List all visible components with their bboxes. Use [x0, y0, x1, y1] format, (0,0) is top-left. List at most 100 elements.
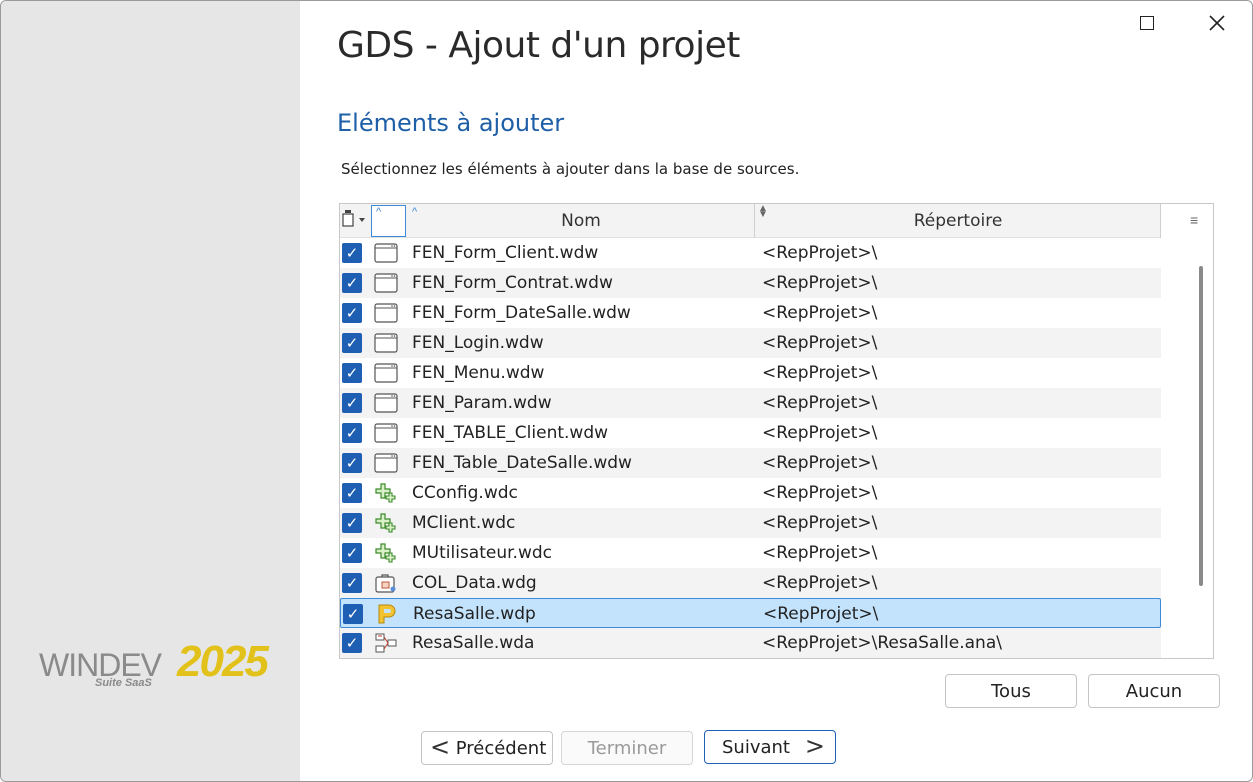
row-name: FEN_Table_DateSalle.wdw — [412, 453, 632, 473]
header-check-column[interactable] — [340, 204, 370, 238]
instruction-text: Sélectionnez les éléments à ajouter dans… — [341, 160, 800, 178]
row-checkbox[interactable]: ✓ — [342, 363, 362, 383]
table-rows: ✓ FEN_Form_Client.wdw <RepProjet>\ ✓ FEN_For… — [340, 238, 1161, 658]
row-directory: <RepProjet>\ — [762, 243, 878, 263]
maximize-button[interactable] — [1112, 1, 1182, 45]
row-directory: <RepProjet>\ — [762, 483, 878, 503]
logo-subtitle: Suite SaaS — [95, 677, 152, 689]
procedure-collection-icon — [374, 572, 398, 594]
row-checkbox[interactable]: ✓ — [342, 333, 362, 353]
close-button[interactable] — [1182, 1, 1252, 45]
table-row[interactable]: ✓ MUtilisateur.wdc <RepProjet>\ — [340, 538, 1161, 568]
project-icon — [375, 603, 399, 625]
finish-label: Terminer — [587, 737, 667, 759]
row-name: MUtilisateur.wdc — [412, 543, 552, 563]
row-directory: <RepProjet>\ — [762, 543, 878, 563]
select-none-label: Aucun — [1125, 680, 1183, 702]
column-menu-icon[interactable]: ≡ — [1190, 212, 1198, 228]
table-row[interactable]: ✓ ResaSalle.wda <RepProjet>\ResaSalle.ana\ — [340, 628, 1161, 658]
row-name: FEN_TABLE_Client.wdw — [412, 423, 609, 443]
row-name: FEN_Form_Client.wdw — [412, 243, 599, 263]
select-all-button[interactable]: Tous — [945, 674, 1077, 708]
maximize-icon — [1140, 16, 1154, 30]
row-directory: <RepProjet>\ — [762, 273, 878, 293]
select-all-label: Tous — [991, 680, 1031, 702]
close-icon — [1209, 15, 1225, 31]
table-row[interactable]: ✓ FEN_Form_Contrat.wdw <RepProjet>\ — [340, 268, 1161, 298]
row-directory: <RepProjet>\ — [763, 604, 879, 624]
row-name: COL_Data.wdg — [412, 573, 537, 593]
row-checkbox[interactable]: ✓ — [343, 604, 363, 624]
table-row[interactable]: ✓ ResaSalle.wdp <RepProjet>\ — [340, 598, 1161, 628]
row-directory: <RepProjet>\ — [762, 453, 878, 473]
row-name: ResaSalle.wda — [412, 633, 535, 653]
header-nom[interactable]: Nom — [408, 204, 755, 238]
check-all-dropdown-icon — [342, 210, 365, 227]
class-icon — [374, 482, 398, 504]
row-checkbox[interactable]: ✓ — [342, 543, 362, 563]
row-directory: <RepProjet>\ — [762, 573, 878, 593]
table-row[interactable]: ✓ COL_Data.wdg <RepProjet>\ — [340, 568, 1161, 598]
header-icon-column[interactable]: ^ — [371, 205, 406, 237]
table-header: ^ ^ Nom ▲ ▼ Répertoire — [340, 204, 1161, 238]
table-row[interactable]: ✓ FEN_Form_DateSalle.wdw <RepProjet>\ — [340, 298, 1161, 328]
window-icon — [374, 392, 398, 414]
row-checkbox[interactable]: ✓ — [342, 573, 362, 593]
row-checkbox[interactable]: ✓ — [342, 393, 362, 413]
scrollbar-thumb[interactable] — [1199, 266, 1203, 586]
row-directory: <RepProjet>\ — [762, 513, 878, 533]
row-directory: <RepProjet>\ — [762, 363, 878, 383]
header-repertoire[interactable]: Répertoire — [756, 204, 1161, 238]
logo-year: 2025 — [177, 637, 269, 686]
row-name: MClient.wdc — [412, 513, 516, 533]
window-icon — [374, 242, 398, 264]
row-name: FEN_Menu.wdw — [412, 363, 545, 383]
row-checkbox[interactable]: ✓ — [342, 243, 362, 263]
window-icon — [374, 422, 398, 444]
row-name: FEN_Param.wdw — [412, 393, 552, 413]
previous-button[interactable]: < Précédent — [421, 731, 553, 765]
table-row[interactable]: ✓ FEN_Menu.wdw <RepProjet>\ — [340, 358, 1161, 388]
window-controls — [1112, 1, 1252, 45]
finish-button[interactable]: Terminer — [561, 731, 693, 765]
table-row[interactable]: ✓ FEN_Table_DateSalle.wdw <RepProjet>\ — [340, 448, 1161, 478]
row-checkbox[interactable]: ✓ — [342, 483, 362, 503]
row-checkbox[interactable]: ✓ — [342, 633, 362, 653]
elements-table: ^ ^ Nom ▲ ▼ Répertoire ≡ ✓ FEN_Form_Client… — [339, 203, 1214, 659]
table-row[interactable]: ✓ MClient.wdc <RepProjet>\ — [340, 508, 1161, 538]
next-button[interactable]: Suivant > — [704, 730, 836, 764]
chevron-left-icon: < — [430, 733, 451, 761]
row-checkbox[interactable]: ✓ — [342, 513, 362, 533]
dialog-window: WINDEV 2025 Suite SaaS GDS - Ajout d'un … — [0, 0, 1253, 782]
section-title: Eléments à ajouter — [337, 109, 565, 137]
analysis-icon — [374, 632, 398, 654]
vertical-scrollbar[interactable] — [1188, 238, 1213, 658]
table-row[interactable]: ✓ CConfig.wdc <RepProjet>\ — [340, 478, 1161, 508]
row-directory: <RepProjet>\ — [762, 393, 878, 413]
row-directory: <RepProjet>\ResaSalle.ana\ — [762, 633, 1002, 653]
row-checkbox[interactable]: ✓ — [342, 453, 362, 473]
row-name: CConfig.wdc — [412, 483, 518, 503]
row-checkbox[interactable]: ✓ — [342, 423, 362, 443]
row-name: ResaSalle.wdp — [413, 604, 536, 624]
select-none-button[interactable]: Aucun — [1088, 674, 1220, 708]
table-row[interactable]: ✓ FEN_Form_Client.wdw <RepProjet>\ — [340, 238, 1161, 268]
table-row[interactable]: ✓ FEN_TABLE_Client.wdw <RepProjet>\ — [340, 418, 1161, 448]
row-checkbox[interactable]: ✓ — [342, 303, 362, 323]
row-name: FEN_Form_Contrat.wdw — [412, 273, 613, 293]
row-directory: <RepProjet>\ — [762, 423, 878, 443]
window-icon — [374, 362, 398, 384]
class-icon — [374, 512, 398, 534]
windev-logo: WINDEV 2025 Suite SaaS — [39, 637, 269, 697]
dialog-title: GDS - Ajout d'un projet — [337, 25, 740, 66]
table-row[interactable]: ✓ FEN_Param.wdw <RepProjet>\ — [340, 388, 1161, 418]
sort-caret-icon: ^ — [376, 206, 382, 218]
table-row[interactable]: ✓ FEN_Login.wdw <RepProjet>\ — [340, 328, 1161, 358]
left-panel: WINDEV 2025 Suite SaaS — [1, 1, 300, 781]
row-name: FEN_Form_DateSalle.wdw — [412, 303, 631, 323]
row-name: FEN_Login.wdw — [412, 333, 544, 353]
window-icon — [374, 452, 398, 474]
row-directory: <RepProjet>\ — [762, 333, 878, 353]
row-checkbox[interactable]: ✓ — [342, 273, 362, 293]
next-label: Suivant — [722, 736, 790, 758]
